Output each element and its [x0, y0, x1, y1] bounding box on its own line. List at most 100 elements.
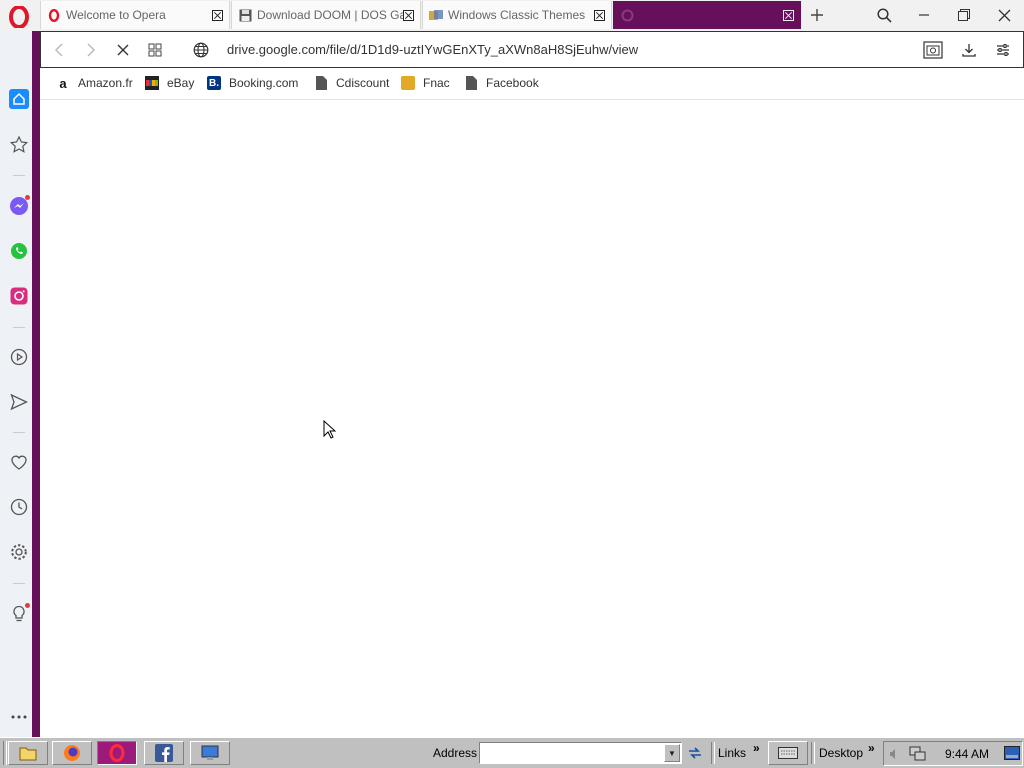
toolbar-separator [711, 742, 715, 764]
clock[interactable]: 9:44 AM [945, 747, 989, 761]
speed-dial-icon[interactable] [8, 134, 30, 156]
settings-icon[interactable] [8, 541, 30, 563]
close-tab-icon[interactable] [783, 9, 794, 21]
player-icon[interactable] [8, 346, 30, 368]
easy-setup-icon[interactable] [993, 40, 1013, 60]
links-toolbar[interactable]: Links [718, 746, 746, 760]
facebook-taskbar-button[interactable] [144, 741, 184, 765]
links-chevron[interactable]: » [753, 741, 760, 755]
search-tabs-icon[interactable] [870, 3, 898, 27]
go-icon[interactable] [686, 744, 704, 762]
network-icon[interactable] [909, 746, 927, 765]
tab-title: Download DOOM | DOS Games Archive [257, 8, 403, 22]
tab-download-doom[interactable]: Download DOOM | DOS Games Archive [231, 1, 421, 29]
mouse-cursor-icon [323, 419, 337, 443]
close-tab-icon[interactable] [212, 9, 223, 21]
taskbar: Address ▼ Links » Desktop » 9:44 AM [0, 737, 1024, 768]
monitor-icon [201, 745, 219, 760]
close-window-button[interactable] [990, 3, 1018, 27]
notification-dot [25, 195, 30, 200]
system-tray: 9:44 AM [883, 741, 1023, 766]
more-icon[interactable] [8, 706, 30, 728]
bookmark-amazon[interactable]: a Amazon.fr [56, 75, 133, 91]
page-icon [314, 76, 328, 90]
toolbar-separator [811, 742, 815, 764]
minimize-button[interactable] [910, 3, 938, 27]
bookmark-label: Fnac [423, 76, 450, 90]
desktop-toolbar[interactable]: Desktop [819, 746, 863, 760]
sidebar-separator [13, 327, 25, 328]
keyboard-icon [778, 747, 798, 759]
back-button[interactable] [49, 40, 69, 60]
sidebar-separator [13, 175, 25, 176]
folder-icon [19, 747, 37, 761]
booking-icon: B. [207, 76, 221, 90]
bookmark-booking[interactable]: B. Booking.com [207, 75, 298, 91]
firefox-icon [64, 745, 80, 761]
new-tab-button[interactable] [803, 3, 831, 27]
page-content[interactable] [40, 101, 1024, 737]
tab-title: Windows Classic Themes [448, 8, 586, 22]
sidebar-separator [13, 583, 25, 584]
volume-icon[interactable] [888, 748, 900, 763]
firefox-button[interactable] [52, 741, 92, 765]
taskbar-grip [3, 741, 7, 765]
snapshot-icon[interactable] [923, 40, 943, 60]
bookmark-cdiscount[interactable]: Cdiscount [314, 75, 389, 91]
loading-icon [620, 8, 634, 22]
facebook-icon [155, 744, 173, 762]
heart-icon[interactable] [8, 451, 30, 473]
home-icon[interactable] [8, 88, 30, 110]
whatsapp-icon[interactable] [8, 240, 30, 262]
history-icon[interactable] [8, 496, 30, 518]
tab-windows-classic-themes[interactable]: Windows Classic Themes [422, 1, 612, 29]
bookmark-fnac[interactable]: Fnac [401, 75, 450, 91]
download-icon[interactable] [959, 40, 979, 60]
bookmarks-bar: a Amazon.fr eBay B. Booking.com Cdiscoun… [40, 69, 1024, 100]
bookmark-label: eBay [167, 76, 195, 90]
floppy-icon [238, 8, 252, 22]
address-label: Address [433, 746, 478, 760]
display-properties-button[interactable] [190, 741, 230, 765]
opera-taskbar-button[interactable] [97, 741, 137, 765]
bookmark-label: Cdiscount [336, 76, 390, 90]
keyboard-button[interactable] [768, 741, 808, 765]
show-desktop-icon[interactable] [1004, 746, 1020, 765]
bookmark-ebay[interactable]: eBay [145, 75, 194, 91]
instagram-icon[interactable] [8, 285, 30, 307]
fnac-icon [401, 76, 415, 90]
desktop-chevron[interactable]: » [868, 741, 875, 755]
taskbar-address-input[interactable]: ▼ [479, 742, 682, 764]
close-tab-icon[interactable] [594, 9, 605, 21]
explorer-button[interactable] [8, 741, 48, 765]
bookmark-label: Booking.com [229, 76, 299, 90]
tab-title: Welcome to Opera [66, 8, 166, 22]
bookmark-label: Facebook [486, 76, 539, 90]
sidebar-edge [32, 31, 40, 737]
ebay-icon [145, 76, 159, 90]
sidebar-separator [13, 432, 25, 433]
url-field[interactable]: drive.google.com/file/d/1D1d9-uztIYwGEnX… [227, 42, 638, 57]
stop-loading-button[interactable] [113, 40, 133, 60]
dropdown-arrow-icon[interactable]: ▼ [664, 744, 680, 762]
address-bar: drive.google.com/file/d/1D1d9-uztIYwGEnX… [40, 31, 1024, 68]
tab-welcome-opera[interactable]: Welcome to Opera [40, 1, 230, 29]
forward-button[interactable] [81, 40, 101, 60]
tab-strip: Welcome to Opera Download DOOM | DOS Gam… [0, 0, 1024, 31]
tabs-overview-icon[interactable] [145, 40, 165, 60]
globe-icon[interactable] [191, 40, 211, 60]
theme-icon [429, 8, 443, 22]
send-icon[interactable] [8, 391, 30, 413]
notification-dot [25, 603, 30, 608]
page-icon [464, 76, 478, 90]
bookmark-facebook[interactable]: Facebook [464, 75, 539, 91]
amazon-icon: a [59, 75, 67, 91]
messenger-icon[interactable] [8, 195, 30, 217]
lightbulb-icon[interactable] [8, 603, 30, 625]
opera-icon [109, 744, 125, 762]
close-tab-icon[interactable] [403, 9, 414, 21]
restore-button[interactable] [950, 3, 978, 27]
bookmark-label: Amazon.fr [78, 76, 133, 90]
tab-active-loading[interactable] [613, 1, 801, 29]
opera-menu-icon[interactable] [8, 5, 30, 29]
